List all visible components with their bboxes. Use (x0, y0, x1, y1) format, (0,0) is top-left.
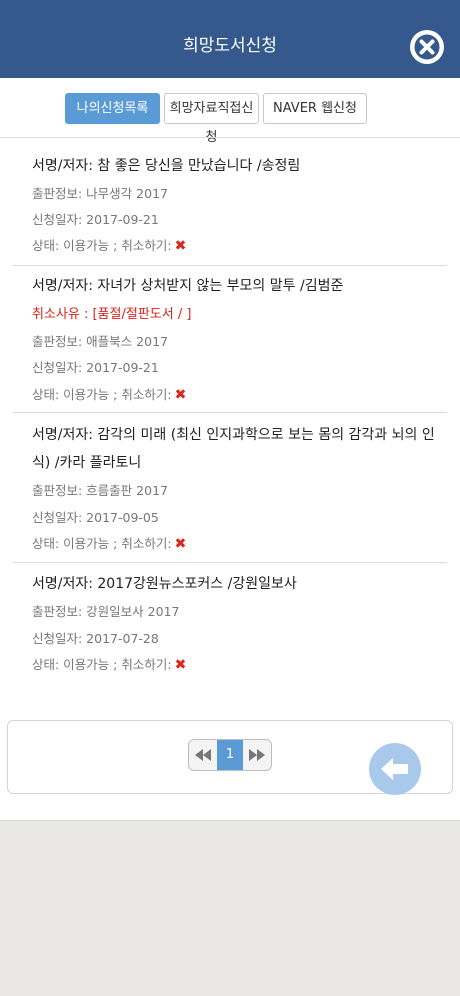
request-publication: 출판정보: 애플북스 2017 (32, 334, 168, 349)
request-status: 상태: 이용가능 ; 취소하기: ✖ (32, 533, 442, 552)
request-publication: 출판정보: 나무생각 2017 (32, 186, 168, 201)
request-date: 신청일자: 2017-09-21 (32, 212, 159, 227)
tab-my-requests[interactable]: 나의신청목록 (65, 93, 160, 124)
status-text: 상태: 이용가능 ; 취소하기: (32, 387, 172, 402)
status-text: 상태: 이용가능 ; 취소하기: (32, 536, 172, 551)
close-circle-icon (410, 30, 444, 64)
request-date: 신청일자: 2017-09-05 (32, 510, 159, 525)
footer-divider (0, 820, 460, 821)
x-mark-icon[interactable]: ✖ (175, 238, 187, 254)
request-date: 신청일자: 2017-07-28 (32, 631, 159, 646)
header-bar: 희망도서신청 (0, 0, 460, 78)
status-text: 상태: 이용가능 ; 취소하기: (32, 657, 172, 672)
row-divider (13, 562, 447, 563)
divider (0, 137, 460, 138)
request-status: 상태: 이용가능 ; 취소하기: ✖ (32, 235, 442, 254)
page-title: 희망도서신청 (183, 36, 277, 56)
tab-direct-request[interactable]: 희망자료직접신청 (164, 93, 259, 145)
rewind-icon (195, 749, 211, 761)
row-divider (13, 412, 447, 413)
request-publication: 출판정보: 강원일보사 2017 (32, 604, 180, 619)
request-title: 서명/저자: 2017강원뉴스포커스 /강원일보사 (32, 576, 297, 592)
first-page-button[interactable] (189, 740, 217, 770)
pagination: 1 (188, 739, 272, 771)
request-title: 서명/저자: 자녀가 상처받지 않는 부모의 말투 /김범준 (32, 278, 344, 294)
request-publication: 출판정보: 흐름출판 2017 (32, 483, 168, 498)
request-status: 상태: 이용가능 ; 취소하기: ✖ (32, 654, 442, 673)
tab-bar: 나의신청목록 희망자료직접신청 NAVER 웹신청 (65, 93, 397, 145)
tab-naver-request[interactable]: NAVER 웹신청 (263, 93, 367, 124)
page-number-current[interactable]: 1 (217, 740, 243, 770)
back-button[interactable] (369, 743, 421, 795)
fast-forward-icon (249, 749, 265, 761)
status-text: 상태: 이용가능 ; 취소하기: (32, 238, 172, 253)
request-title-cont: 식) /카라 플라토니 (32, 455, 142, 471)
request-date: 신청일자: 2017-09-21 (32, 360, 159, 375)
request-title: 서명/저자: 참 좋은 당신을 만났습니다 /송정림 (32, 158, 301, 174)
request-title: 서명/저자: 감각의 미래 (최신 인지과학으로 보는 몸의 감각과 뇌의 인 (32, 427, 435, 443)
cancel-reason: 취소사유 : [품절/절판도서 / ] (32, 307, 192, 322)
last-page-button[interactable] (243, 740, 271, 770)
x-mark-icon[interactable]: ✖ (175, 657, 187, 673)
x-mark-icon[interactable]: ✖ (175, 536, 187, 552)
page: 희망도서신청 나의신청목록 희망자료직접신청 NAVER 웹신청 서명/저자: … (0, 0, 460, 996)
close-button[interactable] (408, 28, 446, 66)
x-mark-icon[interactable]: ✖ (175, 387, 187, 403)
arrow-left-icon (381, 758, 408, 780)
request-status: 상태: 이용가능 ; 취소하기: ✖ (32, 384, 442, 403)
row-divider (13, 265, 447, 266)
